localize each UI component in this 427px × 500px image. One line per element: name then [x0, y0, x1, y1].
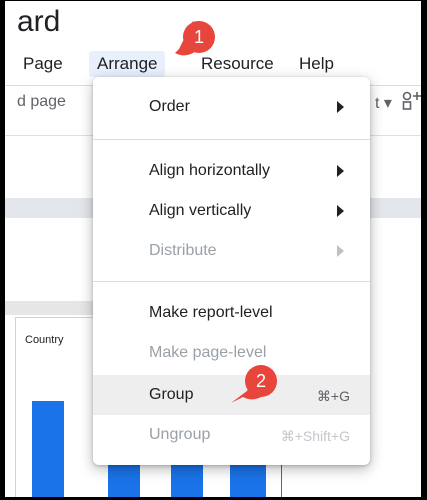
step-badge-2: 2	[245, 365, 277, 397]
menu-page[interactable]: Page	[15, 51, 71, 77]
add-page-button[interactable]: d page	[17, 93, 66, 111]
menu-item-label: Make report-level	[149, 304, 273, 321]
table-header-country: Country	[25, 334, 64, 346]
step-badge-1: 1	[183, 21, 215, 53]
add-control-icon[interactable]	[402, 91, 421, 116]
shortcut-label: ⌘+G	[316, 388, 350, 404]
menu-item-label: Order	[149, 98, 190, 115]
menu-arrange[interactable]: Arrange	[89, 51, 166, 77]
app-title: ard	[17, 5, 61, 38]
menu-item-label: Align horizontally	[149, 162, 270, 179]
menu-item-align-vertically[interactable]: Align vertically	[93, 193, 370, 229]
menu-item-label: Distribute	[149, 242, 217, 259]
menu-item-label: Align vertically	[149, 202, 252, 219]
menu-item-label: Make page-level	[149, 344, 267, 361]
menu-item-order[interactable]: Order	[93, 89, 370, 125]
submenu-arrow-icon	[337, 245, 344, 257]
menu-divider	[93, 139, 370, 140]
menu-item-label: Group	[149, 386, 194, 403]
menu-item-ungroup: Ungroup ⌘+Shift+G	[93, 417, 370, 453]
menu-divider	[93, 281, 370, 282]
shortcut-label: ⌘+Shift+G	[280, 428, 350, 444]
menu-item-align-horizontally[interactable]: Align horizontally	[93, 153, 370, 189]
app-window: ard Page Arrange Resource Help d page t …	[4, 0, 422, 498]
canvas-region	[5, 301, 95, 315]
menu-item-distribute: Distribute	[93, 233, 370, 269]
menu-item-label: Ungroup	[149, 426, 211, 443]
submenu-arrow-icon	[337, 165, 344, 177]
chart-bar	[32, 401, 64, 497]
menu-help[interactable]: Help	[291, 51, 342, 77]
submenu-arrow-icon	[337, 101, 344, 113]
toolbar-dropdown[interactable]: t ▾	[375, 93, 392, 113]
menu-item-make-report-level[interactable]: Make report-level	[93, 295, 370, 331]
submenu-arrow-icon	[337, 205, 344, 217]
